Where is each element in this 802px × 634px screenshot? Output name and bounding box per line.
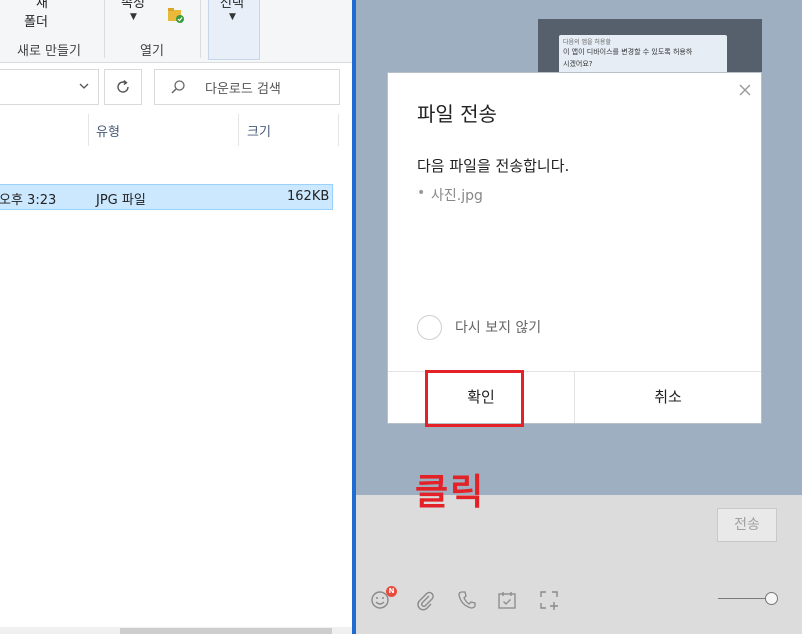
ribbon-group-new: 새로 만들기 [17,44,81,59]
column-separator[interactable] [238,114,239,146]
dialog-title: 파일 전송 [417,102,497,126]
transparency-slider-knob[interactable] [765,592,778,605]
image-preview-card: 다음의 앱을 허용할 이 앱이 디바이스를 변경할 수 있도록 허용하 시겠어요… [559,35,727,73]
properties-dropdown-icon[interactable]: ▼ [130,12,137,22]
chevron-down-icon[interactable] [78,80,90,92]
ribbon-separator [104,0,105,58]
column-header-type[interactable]: 유형 [96,121,120,140]
column-header-size[interactable]: 크기 [247,121,271,140]
ribbon-group-open: 열기 [140,44,164,59]
image-preview-line2: 시겠어요? [563,60,593,68]
file-size: 162KB [287,189,330,204]
select-dropdown-icon[interactable]: ▼ [229,12,236,22]
click-annotation: 클릭 [415,472,486,513]
calendar-icon[interactable] [496,589,518,611]
transparency-slider-track[interactable] [718,598,772,599]
column-separator[interactable] [88,114,89,146]
image-preview-small-text: 다음의 앱을 허용할 [563,39,611,46]
folder-check-icon[interactable] [167,6,185,24]
highlight-box [425,370,524,427]
close-icon[interactable] [738,83,752,97]
refresh-icon [117,79,129,93]
file-date: 오후 3:23 [0,193,57,208]
dont-show-again-label[interactable]: 다시 보지 않기 [455,317,541,337]
capture-icon[interactable] [538,589,560,611]
image-message[interactable]: 다음의 앱을 허용할 이 앱이 디바이스를 변경할 수 있도록 허용하 시겠어요… [538,19,762,73]
refresh-button[interactable] [104,69,142,105]
cancel-button[interactable]: 취소 [575,372,761,423]
file-name: 사진.jpg [431,188,483,204]
search-icon [171,80,185,94]
new-folder-label-line1[interactable]: 새 [36,0,48,11]
send-button[interactable]: 전송 [717,508,777,542]
search-placeholder: 다운로드 검색 [205,82,281,97]
ribbon-separator [200,0,201,58]
image-preview-line1: 이 앱이 디바이스를 변경할 수 있도록 허용하 [563,48,693,56]
new-folder-label-line2[interactable]: 폴더 [24,11,48,30]
new-badge: N [386,586,397,597]
properties-button-label[interactable]: 속성 [121,0,145,11]
dont-show-again-radio[interactable] [417,315,442,340]
file-type: JPG 파일 [96,193,146,208]
scrollbar-thumb[interactable] [120,628,332,634]
paperclip-icon[interactable] [414,589,436,611]
phone-icon[interactable] [456,589,478,611]
select-button-label[interactable]: 선택 [220,0,244,11]
dialog-message: 다음 파일을 전송합니다. [417,157,570,175]
list-bullet: • [417,185,426,201]
column-separator[interactable] [338,114,339,146]
